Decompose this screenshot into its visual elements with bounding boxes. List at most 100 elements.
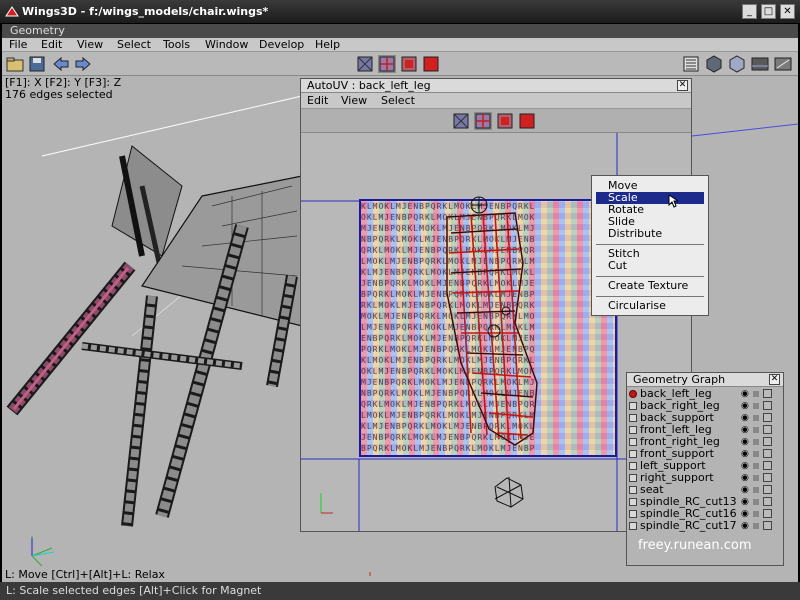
lock-icon[interactable] <box>753 415 759 421</box>
geometry-graph-title: Geometry Graph <box>633 373 726 386</box>
visibility-eye-icon[interactable]: ◉ <box>741 448 749 460</box>
ctx-separator <box>596 276 704 277</box>
visibility-eye-icon[interactable]: ◉ <box>741 472 749 484</box>
geometry-graph-titlebar[interactable]: Geometry Graph ✕ <box>627 373 783 387</box>
geometry-graph-close-button[interactable]: ✕ <box>769 374 780 385</box>
lock-icon[interactable] <box>753 451 759 457</box>
face-mode-icon[interactable] <box>400 55 418 73</box>
menu-help[interactable]: Help <box>315 38 340 52</box>
wireframe-toggle-icon[interactable] <box>763 497 772 506</box>
lock-icon[interactable] <box>753 463 759 469</box>
uv-face-mode-icon[interactable] <box>496 112 514 130</box>
smooth-shading-icon[interactable] <box>705 55 723 73</box>
lock-icon[interactable] <box>753 511 759 517</box>
uv-edge-mode-icon[interactable] <box>474 112 492 130</box>
wireframe-toggle-icon[interactable] <box>763 425 772 434</box>
wings3d-app-icon <box>5 6 19 17</box>
lock-icon[interactable] <box>753 487 759 493</box>
watermark-text: freey.runean.com <box>638 538 752 553</box>
menu-view[interactable]: View <box>77 38 103 52</box>
lock-icon[interactable] <box>753 403 759 409</box>
vertex-mode-icon[interactable] <box>356 55 374 73</box>
menu-window[interactable]: Window <box>205 38 248 52</box>
main-toolbar <box>2 52 798 76</box>
minimize-button[interactable]: _ <box>742 4 757 19</box>
redo-arrow-icon[interactable] <box>74 55 92 73</box>
object-cube-icon[interactable] <box>629 426 637 434</box>
visibility-eye-icon[interactable]: ◉ <box>741 508 749 520</box>
wireframe-toggle-icon[interactable] <box>763 473 772 482</box>
object-cube-icon[interactable] <box>629 402 637 410</box>
lock-icon[interactable] <box>753 427 759 433</box>
autouv-menu-edit[interactable]: Edit <box>307 93 328 109</box>
autouv-close-button[interactable]: ✕ <box>677 80 688 91</box>
status-bar: L: Scale selected edges [Alt]+Click for … <box>0 582 800 600</box>
object-cube-icon[interactable] <box>629 414 637 422</box>
ctx-distribute[interactable]: Distribute <box>596 228 704 240</box>
wireframe-toggle-icon[interactable] <box>763 389 772 398</box>
menu-develop[interactable]: Develop <box>259 38 304 52</box>
lock-icon[interactable] <box>753 391 759 397</box>
visibility-eye-icon[interactable]: ◉ <box>741 388 749 400</box>
visibility-eye-icon[interactable]: ◉ <box>741 484 749 496</box>
ctx-cut[interactable]: Cut <box>596 260 704 272</box>
object-cube-icon[interactable] <box>629 450 637 458</box>
ground-plane-icon[interactable] <box>751 55 769 73</box>
close-button[interactable]: ✕ <box>780 4 795 19</box>
axes-toggle-icon[interactable] <box>774 55 792 73</box>
geometry-panel-header: Geometry <box>2 24 798 38</box>
menu-bar: File Edit View Select Tools Window Devel… <box>2 38 798 52</box>
edge-mode-icon[interactable] <box>378 55 396 73</box>
visibility-eye-icon[interactable]: ◉ <box>741 400 749 412</box>
wireframe-toggle-icon[interactable] <box>763 461 772 470</box>
autouv-titlebar[interactable]: AutoUV : back_left_leg ✕ <box>301 79 691 93</box>
object-cube-icon[interactable] <box>629 510 637 518</box>
wireframe-toggle-icon[interactable] <box>763 521 772 530</box>
lock-icon[interactable] <box>753 499 759 505</box>
visibility-eye-icon[interactable]: ◉ <box>741 520 749 532</box>
object-cube-icon[interactable] <box>629 522 637 530</box>
wireframe-toggle-icon[interactable] <box>763 401 772 410</box>
body-mode-icon[interactable] <box>422 55 440 73</box>
object-cube-icon[interactable] <box>629 498 637 506</box>
geometry-object-row[interactable]: spindle_RC_cut17 ◉ <box>627 520 783 532</box>
wireframe-toggle-icon[interactable] <box>763 509 772 518</box>
object-cube-icon[interactable] <box>629 474 637 482</box>
wireframe-toggle-icon[interactable] <box>763 485 772 494</box>
autouv-menu-view[interactable]: View <box>341 93 367 109</box>
menu-tools[interactable]: Tools <box>163 38 190 52</box>
open-folder-icon[interactable] <box>6 55 24 73</box>
visibility-eye-icon[interactable]: ◉ <box>741 496 749 508</box>
wireframe-toggle-icon[interactable] <box>763 437 772 446</box>
visibility-eye-icon[interactable]: ◉ <box>741 424 749 436</box>
uv-vertex-mode-icon[interactable] <box>452 112 470 130</box>
geometry-graph-window[interactable]: Geometry Graph ✕ back_left_leg ◉ back_righ… <box>626 372 784 566</box>
wireframe-toggle-icon[interactable] <box>763 413 772 422</box>
maximize-button[interactable]: □ <box>761 4 776 19</box>
object-cube-icon[interactable] <box>629 486 637 494</box>
lock-icon[interactable] <box>753 439 759 445</box>
undo-arrow-icon[interactable] <box>52 55 70 73</box>
lock-icon[interactable] <box>753 475 759 481</box>
ctx-separator <box>596 296 704 297</box>
menu-select[interactable]: Select <box>117 38 151 52</box>
uv-body-mode-icon[interactable] <box>518 112 536 130</box>
menu-file[interactable]: File <box>9 38 27 52</box>
visibility-eye-icon[interactable]: ◉ <box>741 412 749 424</box>
object-cube-icon[interactable] <box>629 462 637 470</box>
ctx-create-texture[interactable]: Create Texture <box>596 280 704 292</box>
window-titlebar[interactable]: Wings3D - f:/wings_models/chair.wings* _… <box>0 0 800 24</box>
save-icon[interactable] <box>28 55 46 73</box>
object-cube-icon[interactable] <box>629 438 637 446</box>
geometry-graph-icon[interactable] <box>682 55 700 73</box>
visibility-eye-icon[interactable]: ◉ <box>741 460 749 472</box>
object-cube-icon[interactable] <box>629 390 637 398</box>
visibility-eye-icon[interactable]: ◉ <box>741 436 749 448</box>
perspective-view-icon[interactable] <box>728 55 746 73</box>
autouv-menu-select[interactable]: Select <box>381 93 415 109</box>
lock-icon[interactable] <box>753 523 759 529</box>
ctx-circularise[interactable]: Circularise <box>596 300 704 312</box>
wireframe-toggle-icon[interactable] <box>763 449 772 458</box>
menu-edit[interactable]: Edit <box>41 38 62 52</box>
mouse-hint: L: Move [Ctrl]+[Alt]+L: Relax <box>5 568 165 581</box>
